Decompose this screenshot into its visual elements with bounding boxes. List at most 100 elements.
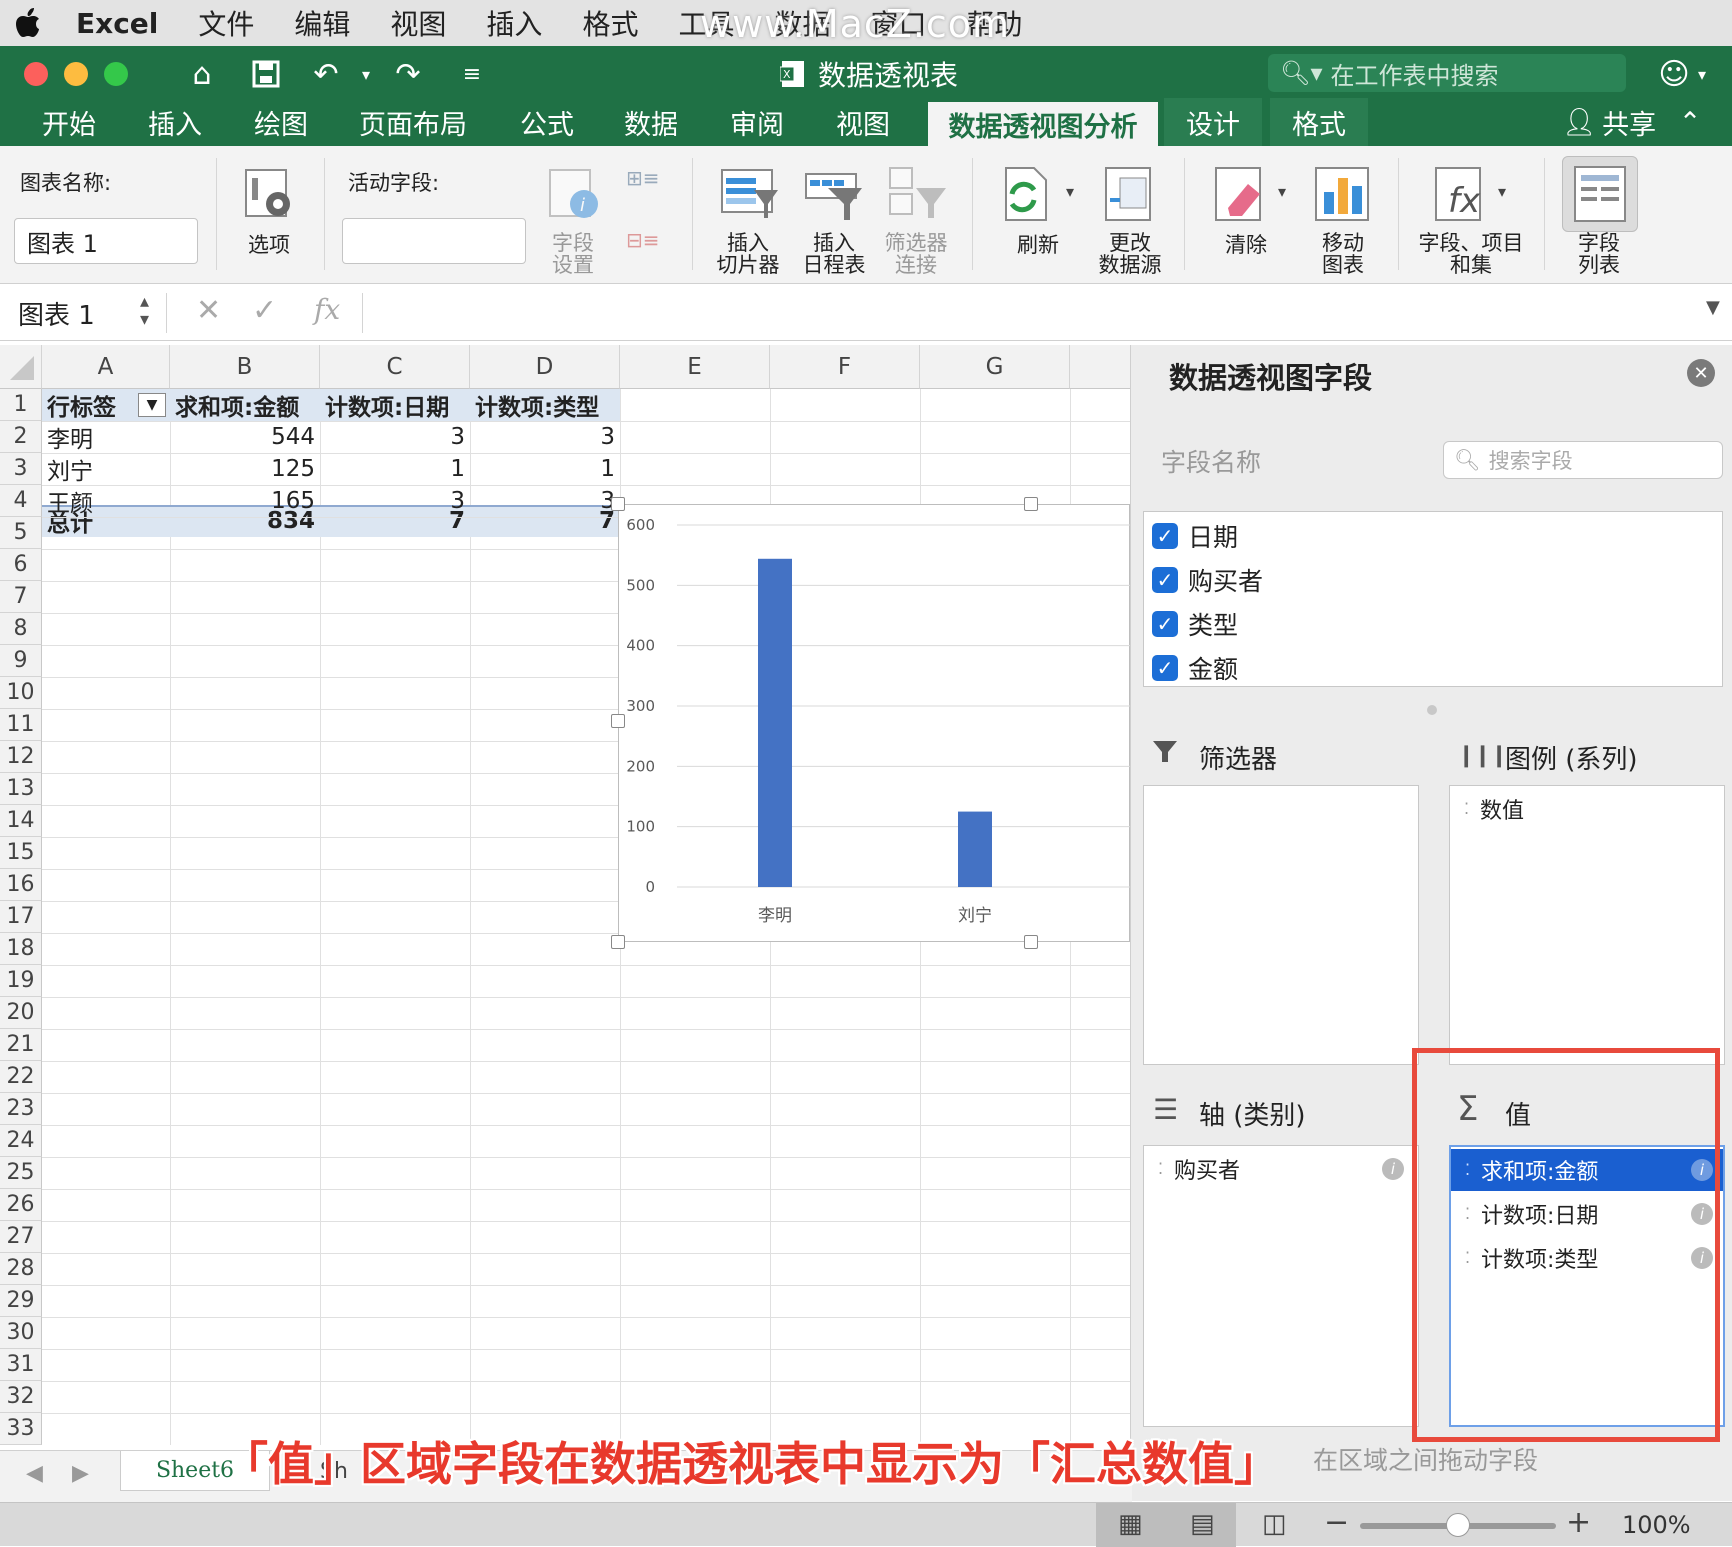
- pivot-row-label[interactable]: 李明: [42, 421, 170, 453]
- row-header[interactable]: 5: [0, 517, 42, 549]
- accept-formula-icon[interactable]: ✓: [252, 293, 277, 328]
- fields-items-dropdown-icon[interactable]: ▾: [1498, 182, 1506, 201]
- cancel-formula-icon[interactable]: ✕: [196, 293, 221, 328]
- tab-design[interactable]: 设计: [1164, 98, 1262, 146]
- pivot-cell[interactable]: 1: [320, 453, 470, 485]
- field-search-input[interactable]: 🔍︎ 搜索字段: [1443, 441, 1723, 479]
- smiley-feedback-icon[interactable]: ☺: [1656, 55, 1692, 93]
- expand-field-icon[interactable]: ⊞≡: [626, 166, 666, 196]
- close-window-icon[interactable]: [24, 62, 48, 86]
- pivot-total-cell[interactable]: 7: [320, 505, 470, 537]
- tab-insert[interactable]: 插入: [126, 98, 224, 146]
- formula-input[interactable]: [372, 291, 1702, 333]
- minimize-window-icon[interactable]: [64, 62, 88, 86]
- select-all-corner[interactable]: [0, 345, 42, 389]
- chart-bar[interactable]: [758, 558, 792, 887]
- pivot-cell[interactable]: 1: [470, 453, 620, 485]
- row-header[interactable]: 17: [0, 901, 42, 933]
- row-header[interactable]: 10: [0, 677, 42, 709]
- row-header[interactable]: 28: [0, 1253, 42, 1285]
- undo-dropdown-icon[interactable]: ▾: [346, 55, 386, 93]
- active-field-input[interactable]: [342, 218, 526, 264]
- filters-drop-zone[interactable]: [1143, 785, 1419, 1065]
- share-button[interactable]: 👤︎ 共享: [1556, 98, 1662, 146]
- page-layout-view-icon[interactable]: ▤: [1190, 1509, 1215, 1539]
- pivot-header-count-date[interactable]: 计数项:日期: [320, 389, 470, 421]
- field-item-date[interactable]: ✓ 日期: [1152, 516, 1238, 556]
- tab-review[interactable]: 审阅: [708, 98, 806, 146]
- name-box[interactable]: 图表 1: [18, 295, 95, 332]
- row-header[interactable]: 13: [0, 773, 42, 805]
- options-icon[interactable]: [238, 164, 300, 226]
- chart-resize-handle[interactable]: [611, 935, 625, 949]
- sheet-search-input[interactable]: 🔍︎▾ 在工作表中搜索: [1268, 54, 1626, 92]
- name-box-stepper-icon[interactable]: ▴ ▾: [140, 293, 149, 329]
- zoom-out-icon[interactable]: −: [1324, 1505, 1349, 1540]
- row-header[interactable]: 2: [0, 421, 42, 453]
- row-header[interactable]: 20: [0, 997, 42, 1029]
- pivot-cell[interactable]: 544: [170, 421, 320, 453]
- row-header[interactable]: 22: [0, 1061, 42, 1093]
- refresh-dropdown-icon[interactable]: ▾: [1066, 182, 1074, 201]
- pivot-total-cell[interactable]: 834: [170, 505, 320, 537]
- field-settings-icon[interactable]: i: [544, 164, 606, 226]
- zoom-in-icon[interactable]: +: [1566, 1505, 1591, 1540]
- insert-slicer-icon[interactable]: [718, 164, 780, 226]
- column-header-f[interactable]: F: [770, 345, 920, 389]
- zoom-slider-thumb[interactable]: [1446, 1513, 1470, 1537]
- pivot-header-sum-amount[interactable]: 求和项:金额: [170, 389, 320, 421]
- tab-home[interactable]: 开始: [20, 98, 118, 146]
- tab-format[interactable]: 格式: [1270, 98, 1368, 146]
- menu-insert[interactable]: 插入: [466, 3, 562, 43]
- chart-bar[interactable]: [958, 811, 992, 887]
- collapse-field-icon[interactable]: ⊟≡: [626, 228, 666, 258]
- row-header[interactable]: 6: [0, 549, 42, 581]
- pivot-total-cell[interactable]: 7: [470, 505, 620, 537]
- pivot-cell[interactable]: 3: [470, 421, 620, 453]
- tab-formulas[interactable]: 公式: [498, 98, 596, 146]
- menu-view[interactable]: 视图: [370, 3, 466, 43]
- tab-page-layout[interactable]: 页面布局: [348, 98, 478, 146]
- row-header[interactable]: 1: [0, 389, 42, 421]
- column-header-a[interactable]: A: [42, 345, 170, 389]
- normal-view-icon[interactable]: ▦: [1118, 1509, 1143, 1539]
- insert-timeline-icon[interactable]: [804, 164, 866, 226]
- menu-app-name[interactable]: Excel: [56, 7, 178, 40]
- field-list-button[interactable]: [1562, 156, 1638, 232]
- row-header[interactable]: 9: [0, 645, 42, 677]
- row-header[interactable]: 11: [0, 709, 42, 741]
- pivot-cell[interactable]: 3: [320, 421, 470, 453]
- tab-data[interactable]: 数据: [602, 98, 700, 146]
- row-header[interactable]: 16: [0, 869, 42, 901]
- tab-view[interactable]: 视图: [814, 98, 912, 146]
- column-header-partial[interactable]: [1070, 345, 1130, 389]
- tab-draw[interactable]: 绘图: [232, 98, 330, 146]
- column-header-e[interactable]: E: [620, 345, 770, 389]
- filter-connections-icon[interactable]: [886, 164, 948, 226]
- menu-file[interactable]: 文件: [178, 3, 274, 43]
- pane-splitter-handle[interactable]: [1427, 705, 1437, 715]
- tab-pivotchart-analyze[interactable]: 数据透视图分析: [928, 102, 1158, 146]
- row-header[interactable]: 25: [0, 1157, 42, 1189]
- column-header-b[interactable]: B: [170, 345, 320, 389]
- checkbox-checked-icon[interactable]: ✓: [1152, 523, 1178, 549]
- change-data-source-icon[interactable]: [1098, 164, 1160, 226]
- menu-edit[interactable]: 编辑: [274, 3, 370, 43]
- checkbox-checked-icon[interactable]: ✓: [1152, 611, 1178, 637]
- move-chart-icon[interactable]: [1312, 164, 1374, 226]
- row-header[interactable]: 7: [0, 581, 42, 613]
- row-labels-filter-icon[interactable]: ▼: [138, 393, 166, 417]
- insert-function-icon[interactable]: fx: [314, 293, 340, 326]
- row-header[interactable]: 33: [0, 1413, 42, 1445]
- menu-format[interactable]: 格式: [562, 3, 658, 43]
- refresh-icon[interactable]: [996, 164, 1058, 226]
- pivot-row-label[interactable]: 刘宁: [42, 453, 170, 485]
- row-header[interactable]: 18: [0, 933, 42, 965]
- row-header[interactable]: 26: [0, 1189, 42, 1221]
- row-header[interactable]: 30: [0, 1317, 42, 1349]
- row-header[interactable]: 4: [0, 485, 42, 517]
- row-header[interactable]: 23: [0, 1093, 42, 1125]
- row-header[interactable]: 21: [0, 1029, 42, 1061]
- row-header[interactable]: 14: [0, 805, 42, 837]
- row-header[interactable]: 24: [0, 1125, 42, 1157]
